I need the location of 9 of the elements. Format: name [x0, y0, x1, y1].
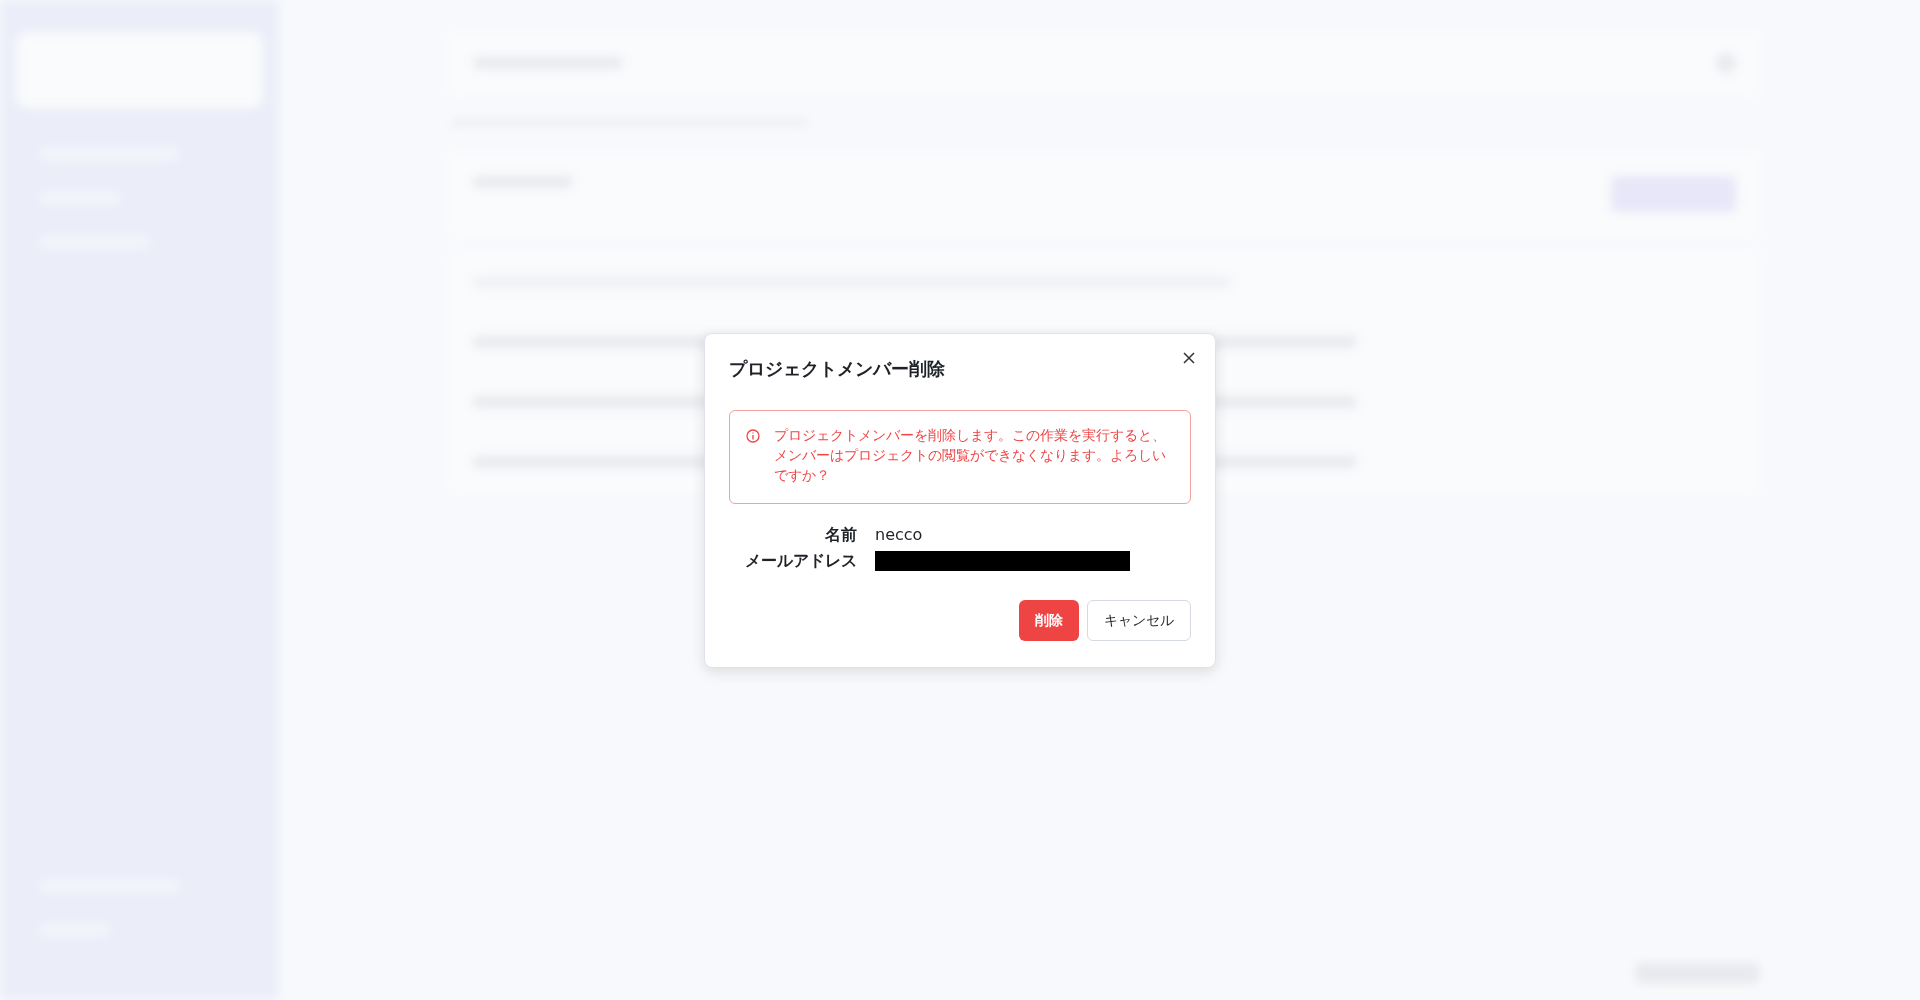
field-label: メールアドレス — [744, 549, 857, 572]
cancel-button[interactable]: キャンセル — [1087, 599, 1191, 641]
dialog-title: プロジェクトメンバー削除 — [729, 358, 946, 380]
close-icon — [1183, 352, 1195, 364]
warning-message: プロジェクトメンバーを削除します。この作業を実行すると、メンバーはプロジェクトの閲覧ができなくなります。よろしいですか？ — [773, 425, 1167, 485]
field-value: necco — [875, 524, 923, 544]
info-icon — [746, 428, 760, 443]
field-label: 名前 — [824, 523, 857, 546]
delete-button[interactable]: 削除 — [1019, 599, 1079, 641]
